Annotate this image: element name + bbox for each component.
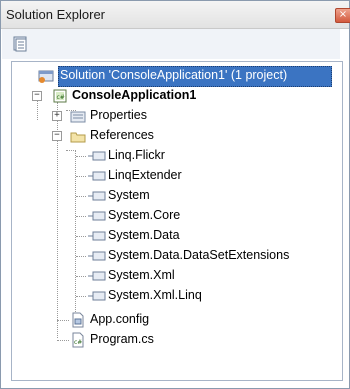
svg-text:c#: c#	[74, 339, 82, 346]
app-config-label: App.config	[90, 312, 150, 326]
reference-icon	[88, 271, 106, 281]
reference-label: LinqExtender	[108, 168, 182, 182]
reference-label: System.Xml.Linq	[108, 288, 202, 302]
reference-label: System.Core	[108, 208, 181, 222]
tree-item-project[interactable]: − c# ConsoleApplication1	[12, 86, 332, 106]
collapse-toggle[interactable]: −	[32, 91, 42, 101]
reference-icon	[88, 251, 106, 261]
reference-label: System.Data	[108, 228, 180, 242]
title-bar[interactable]: Solution Explorer ×	[1, 1, 350, 29]
project-label: ConsoleApplication1	[72, 88, 197, 102]
reference-item[interactable]: System.Xml	[12, 266, 332, 286]
reference-item[interactable]: System.Data.DataSetExtensions	[12, 246, 332, 266]
svg-text:c#: c#	[57, 94, 65, 101]
tree-item-program[interactable]: c# Program.cs	[12, 330, 332, 350]
reference-label: System.Data.DataSetExtensions	[108, 248, 290, 262]
tree-item-properties[interactable]: + Properties	[12, 106, 332, 126]
properties-icon[interactable]	[12, 35, 30, 53]
solution-icon	[38, 70, 54, 83]
csharp-project-icon: c#	[53, 89, 67, 103]
reference-item[interactable]: System	[12, 186, 332, 206]
reference-label: System	[108, 188, 150, 202]
tree-item-references[interactable]: − References	[12, 126, 332, 146]
properties-label: Properties	[90, 108, 147, 122]
window-title: Solution Explorer	[6, 7, 105, 22]
reference-icon	[88, 171, 106, 181]
reference-icon	[88, 191, 106, 201]
config-file-icon	[72, 312, 84, 328]
csharp-file-icon: c#	[72, 332, 84, 348]
program-label: Program.cs	[90, 332, 154, 346]
solution-label: Solution 'ConsoleApplication1' (1 projec…	[60, 68, 288, 82]
reference-icon	[88, 231, 106, 241]
solution-tree: Solution 'ConsoleApplication1' (1 projec…	[11, 61, 343, 381]
reference-item[interactable]: System.Xml.Linq	[12, 286, 332, 306]
reference-icon	[88, 151, 106, 161]
expand-toggle[interactable]: +	[52, 111, 62, 121]
collapse-toggle[interactable]: −	[52, 131, 62, 141]
tree-item-app-config[interactable]: App.config	[12, 310, 332, 330]
solution-explorer-window: Solution Explorer × Solution 'ConsoleApp…	[0, 0, 350, 389]
reference-icon	[88, 291, 106, 301]
reference-item[interactable]: System.Data	[12, 226, 332, 246]
reference-item[interactable]: System.Core	[12, 206, 332, 226]
reference-icon	[88, 211, 106, 221]
tree-item-solution[interactable]: Solution 'ConsoleApplication1' (1 projec…	[12, 66, 332, 87]
close-button[interactable]: ×	[335, 8, 350, 23]
references-label: References	[90, 128, 154, 142]
reference-item[interactable]: LinqExtender	[12, 166, 332, 186]
toolbar	[2, 29, 340, 59]
folder-open-icon	[70, 132, 86, 143]
properties-folder-icon	[70, 111, 86, 123]
reference-label: System.Xml	[108, 268, 175, 282]
reference-item[interactable]: Linq.Flickr	[12, 146, 332, 166]
reference-label: Linq.Flickr	[108, 148, 165, 162]
